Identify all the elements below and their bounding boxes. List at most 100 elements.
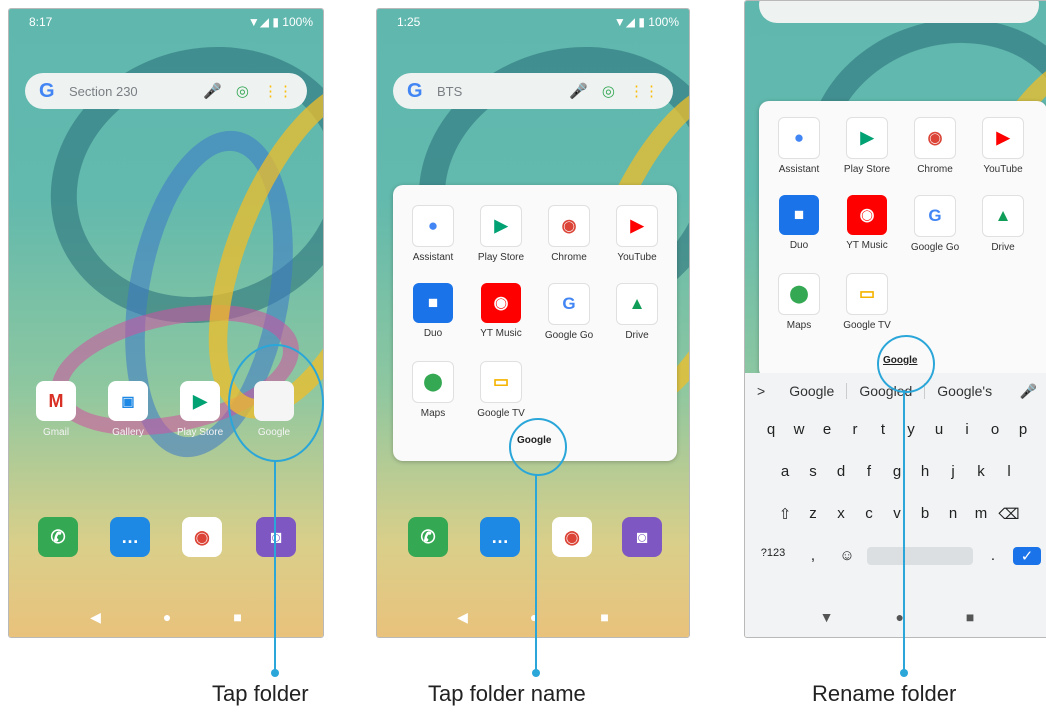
key[interactable]: k (967, 463, 995, 480)
folder-app-chrome[interactable]: ◉ Chrome (537, 205, 601, 263)
comma-key[interactable]: , (799, 547, 827, 565)
space-key[interactable] (867, 547, 973, 565)
key[interactable]: e (813, 421, 841, 438)
shift-key[interactable]: ⇧ (771, 505, 799, 523)
dock-chrome[interactable]: ◉ (549, 517, 595, 557)
search-bar[interactable]: G Section 230 🎤 ◎ ⋮⋮ (25, 73, 307, 109)
symbols-key[interactable]: ?123 (753, 547, 793, 565)
dock-camera[interactable]: ◙ (619, 517, 665, 557)
enter-key[interactable]: ✓ (1013, 547, 1041, 565)
folder-app-google-tv[interactable]: ▭ Google TV (835, 273, 899, 331)
folder-app-google-go[interactable]: G Google Go (903, 195, 967, 253)
dock-camera[interactable]: ◙ (253, 517, 299, 557)
key[interactable]: s (799, 463, 827, 480)
drive-icon: ▲ (982, 195, 1024, 237)
dock-messages[interactable]: … (477, 517, 523, 557)
key[interactable]: g (883, 463, 911, 480)
suggestion-item[interactable]: Google (777, 383, 846, 399)
folder-app-google-go[interactable]: G Google Go (537, 283, 601, 341)
dock-phone[interactable]: ✆ (35, 517, 81, 557)
app-label: Google TV (843, 320, 891, 331)
folder-app-duo[interactable]: ■ Duo (401, 283, 465, 339)
folder-app-assistant[interactable]: ● Assistant (401, 205, 465, 263)
period-key[interactable]: . (979, 547, 1007, 565)
dock-phone[interactable]: ✆ (405, 517, 451, 557)
keyboard-mic-icon[interactable]: 🎤 (1008, 383, 1046, 400)
nav-bar: ▼ ● ■ (745, 597, 1046, 637)
back-icon[interactable]: ◀ (90, 609, 101, 626)
backspace-key[interactable]: ⌫ (995, 505, 1023, 523)
mic-icon[interactable]: 🎤 (203, 82, 222, 100)
key[interactable]: m (967, 505, 995, 523)
phone-icon: ✆ (408, 517, 448, 557)
folder-app-youtube[interactable]: ▶ YouTube (605, 205, 669, 263)
folder-app-drive[interactable]: ▲ Drive (971, 195, 1035, 253)
key[interactable]: u (925, 421, 953, 438)
lens-icon[interactable]: ◎ (602, 82, 615, 100)
mic-icon[interactable]: 🎤 (569, 82, 588, 100)
folder-app-youtube[interactable]: ▶ YouTube (971, 117, 1035, 175)
suggestion-item[interactable]: Google's (924, 383, 1004, 399)
apps-grid-icon[interactable]: ⋮⋮ (263, 82, 293, 100)
key[interactable]: w (785, 421, 813, 438)
recents-icon[interactable]: ■ (233, 609, 241, 625)
folder-app-drive[interactable]: ▲ Drive (605, 283, 669, 341)
key[interactable]: r (841, 421, 869, 438)
keyboard: > Google Googled Google's 🎤 q w e r t y … (745, 373, 1046, 637)
nav-down-icon[interactable]: ▼ (820, 609, 834, 625)
folder-app-chrome[interactable]: ◉ Chrome (903, 117, 967, 175)
back-icon[interactable]: ◀ (457, 609, 468, 626)
key[interactable]: n (939, 505, 967, 523)
folder-app-maps[interactable]: ⬤ Maps (401, 361, 465, 419)
key[interactable]: c (855, 505, 883, 523)
key[interactable]: v (883, 505, 911, 523)
recents-icon[interactable]: ■ (966, 609, 974, 625)
key[interactable]: b (911, 505, 939, 523)
app-gallery[interactable]: ▣ Gallery (105, 381, 151, 438)
dock-chrome[interactable]: ◉ (179, 517, 225, 557)
key[interactable]: l (995, 463, 1023, 480)
app-label: Assistant (412, 252, 454, 263)
emoji-key[interactable]: ☺ (833, 547, 861, 565)
gallery-icon: ▣ (108, 381, 148, 421)
key[interactable]: t (869, 421, 897, 438)
pointer-dot (271, 669, 279, 677)
status-icons: ▼◢ ▮ 100% (613, 15, 679, 29)
key[interactable]: a (771, 463, 799, 480)
key[interactable]: y (897, 421, 925, 438)
folder-app-duo[interactable]: ■ Duo (767, 195, 831, 251)
key[interactable]: z (799, 505, 827, 523)
key[interactable]: d (827, 463, 855, 480)
apps-grid-icon[interactable]: ⋮⋮ (629, 82, 659, 100)
recents-icon[interactable]: ■ (600, 609, 608, 625)
google-logo-icon: G (407, 79, 423, 102)
chevron-right-icon[interactable]: > (745, 383, 777, 399)
key[interactable]: p (1009, 421, 1037, 438)
app-label: YouTube (617, 252, 657, 263)
key[interactable]: o (981, 421, 1009, 438)
home-icon[interactable]: ● (163, 609, 171, 625)
dock-messages[interactable]: … (107, 517, 153, 557)
key[interactable]: i (953, 421, 981, 438)
folder-app-yt-music[interactable]: ◉ YT Music (835, 195, 899, 251)
search-bar[interactable]: G BTS 🎤 ◎ ⋮⋮ (393, 73, 673, 109)
key[interactable]: f (855, 463, 883, 480)
folder-app-google-tv[interactable]: ▭ Google TV (469, 361, 533, 419)
key[interactable]: q (757, 421, 785, 438)
app-label: YouTube (983, 164, 1023, 175)
key[interactable]: h (911, 463, 939, 480)
key[interactable]: j (939, 463, 967, 480)
phone-icon: ✆ (38, 517, 78, 557)
app-play-store[interactable]: ▶ Play Store (177, 381, 223, 438)
key[interactable]: x (827, 505, 855, 523)
folder-app-maps[interactable]: ⬤ Maps (767, 273, 831, 331)
folder-app-play-store[interactable]: ▶ Play Store (469, 205, 533, 263)
app-gmail[interactable]: M Gmail (33, 381, 79, 438)
google-tv-icon: ▭ (480, 361, 522, 403)
lens-icon[interactable]: ◎ (236, 82, 249, 100)
chrome-icon: ◉ (552, 517, 592, 557)
search-bar[interactable] (759, 1, 1039, 23)
folder-app-play-store[interactable]: ▶ Play Store (835, 117, 899, 175)
folder-app-assistant[interactable]: ● Assistant (767, 117, 831, 175)
folder-app-yt-music[interactable]: ◉ YT Music (469, 283, 533, 339)
